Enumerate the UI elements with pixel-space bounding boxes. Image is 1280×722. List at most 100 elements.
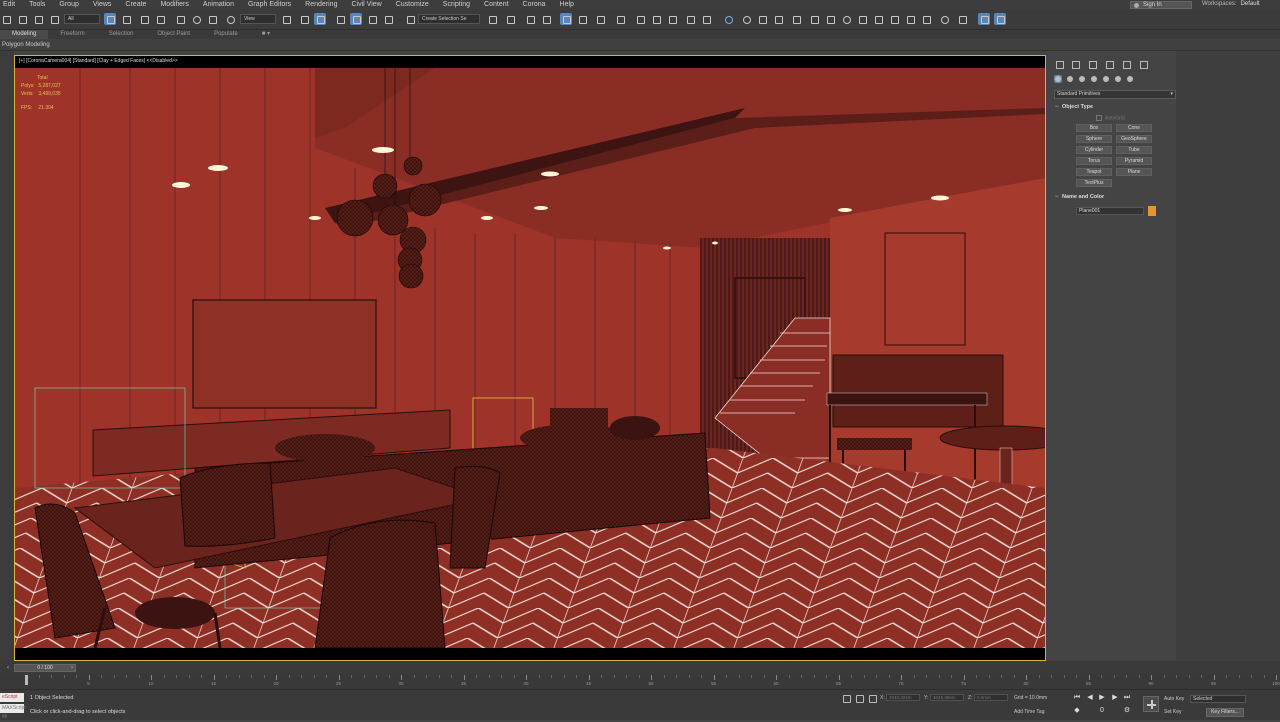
align-icon[interactable] <box>504 13 516 25</box>
corona-interactive-icon[interactable] <box>722 13 734 25</box>
sign-in-dropdown[interactable]: Sign In <box>1130 1 1192 9</box>
x-coordinate-field[interactable]: 3040.324m <box>886 694 920 701</box>
track-bar[interactable]: 0510152025303540455055606570758085909510… <box>0 675 1280 689</box>
shapes-icon[interactable] <box>1066 75 1074 83</box>
menu-help[interactable]: Help <box>553 0 581 10</box>
isolate-selection-icon[interactable] <box>842 694 851 703</box>
menu-tools[interactable]: Tools <box>22 0 52 10</box>
selection-set-dropdown[interactable]: Create Selection Se <box>418 14 480 24</box>
render-activeshade-icon[interactable] <box>700 13 712 25</box>
tab-selection[interactable]: Selection <box>97 30 146 39</box>
hierarchy-tab-icon[interactable] <box>1087 59 1097 69</box>
previous-frame-icon[interactable]: ◀ <box>1085 693 1095 702</box>
menu-modifiers[interactable]: Modifiers <box>153 0 195 10</box>
render-iterative-icon[interactable] <box>684 13 696 25</box>
object-name-field[interactable]: Plane001 <box>1076 207 1144 215</box>
unlink-icon[interactable] <box>32 13 44 25</box>
set-key-button[interactable]: Set Key <box>1164 709 1182 715</box>
z-coordinate-field[interactable]: 0.0mm <box>974 694 1008 701</box>
bind-space-warp-icon[interactable] <box>48 13 60 25</box>
edit-named-selection-icon[interactable] <box>404 13 416 25</box>
sphere-button[interactable]: Sphere <box>1076 135 1112 143</box>
keyboard-shortcut-toggle-icon[interactable] <box>314 13 326 25</box>
geosphere-button[interactable]: GeoSphere <box>1116 135 1152 143</box>
corona-chaos-scatter-icon[interactable] <box>938 13 950 25</box>
viewport-label-menu[interactable]: [+] [CoronaCamera004] [Standard] [Clay +… <box>19 58 178 64</box>
ribbon-options-icon[interactable]: ■ ▾ <box>250 30 282 39</box>
primitive-category-dropdown[interactable]: Standard Primitives <box>1054 90 1176 99</box>
maxscript-listener[interactable]: eScript <box>0 693 24 702</box>
menu-rendering[interactable]: Rendering <box>298 0 344 10</box>
rotate-icon[interactable] <box>190 13 202 25</box>
cone-button[interactable]: Cone <box>1116 124 1152 132</box>
modify-tab-icon[interactable] <box>1070 59 1080 69</box>
corona-proxy-icon[interactable] <box>772 13 784 25</box>
render-setup-icon[interactable] <box>634 13 646 25</box>
render-production-icon[interactable] <box>666 13 678 25</box>
menu-customize[interactable]: Customize <box>389 0 436 10</box>
go-to-end-icon[interactable]: ⏭ <box>1122 693 1132 702</box>
go-to-start-icon[interactable]: ⏮ <box>1072 693 1082 702</box>
cylinder-button[interactable]: Cylinder <box>1076 146 1112 154</box>
spinner-snap-icon[interactable] <box>382 13 394 25</box>
curve-editor-icon[interactable] <box>576 13 588 25</box>
corona-decal-icon[interactable] <box>824 13 836 25</box>
select-manipulate-icon[interactable] <box>298 13 310 25</box>
camera-viewport[interactable]: [+] [CoronaCamera004] [Standard] [Clay +… <box>14 55 1046 661</box>
toggle-layer-explorer-icon[interactable] <box>540 13 552 25</box>
box-button[interactable]: Box <box>1076 124 1112 132</box>
object-type-rollout-header[interactable]: Object Type <box>1054 103 1176 112</box>
auto-key-button[interactable]: Auto Key <box>1164 696 1184 702</box>
tube-button[interactable]: Tube <box>1116 146 1152 154</box>
plane-button[interactable]: Plane <box>1116 168 1152 176</box>
time-configuration-icon[interactable]: ⚙ <box>1122 706 1132 715</box>
window-crossing-icon[interactable] <box>154 13 166 25</box>
link-icon[interactable] <box>16 13 28 25</box>
autogrid-checkbox[interactable]: AutoGrid <box>1096 115 1125 121</box>
angle-snap-icon[interactable] <box>350 13 362 25</box>
utilities-tab-icon[interactable] <box>1138 59 1148 69</box>
move-icon[interactable] <box>174 13 186 25</box>
display-tab-icon[interactable] <box>1121 59 1131 69</box>
corona-slicer-icon[interactable] <box>904 13 916 25</box>
reference-coordinate-dropdown[interactable]: View <box>240 14 276 24</box>
toggle-ribbon-icon[interactable] <box>560 13 572 25</box>
pivot-center-icon[interactable] <box>280 13 292 25</box>
corona-camera-icon[interactable] <box>756 13 768 25</box>
menu-scripting[interactable]: Scripting <box>436 0 477 10</box>
menu-civil-view[interactable]: Civil View <box>344 0 388 10</box>
rectangular-selection-icon[interactable] <box>138 13 150 25</box>
current-frame-field[interactable]: 0 <box>1097 706 1107 715</box>
key-mode-dropdown[interactable]: Selected <box>1190 695 1246 703</box>
viewport-layout-2-icon[interactable] <box>994 13 1006 25</box>
material-editor-icon[interactable] <box>614 13 626 25</box>
create-tab-icon[interactable] <box>1054 59 1064 69</box>
menu-create[interactable]: Create <box>118 0 153 10</box>
name-and-color-rollout-header[interactable]: Name and Color <box>1054 193 1176 202</box>
lights-icon[interactable] <box>1078 75 1086 83</box>
corona-sky-icon[interactable] <box>856 13 868 25</box>
place-icon[interactable] <box>224 13 236 25</box>
ribbon-panel-polygon-modeling[interactable]: Polygon Modeling <box>0 39 1280 51</box>
menu-graph-editors[interactable]: Graph Editors <box>241 0 298 10</box>
systems-icon[interactable] <box>1126 75 1134 83</box>
tab-object-paint[interactable]: Object Paint <box>145 30 202 39</box>
playhead[interactable] <box>25 675 28 685</box>
corona-light-icon[interactable] <box>740 13 752 25</box>
menu-edit[interactable]: Edit <box>0 0 22 10</box>
play-icon[interactable]: ▶ <box>1097 693 1107 702</box>
torus-button[interactable]: Torus <box>1076 157 1112 165</box>
workspaces-selector[interactable]: Workspaces: Default <box>1202 1 1260 7</box>
time-slider[interactable]: 0 / 100 <box>14 664 76 672</box>
absolute-mode-icon[interactable] <box>868 694 877 703</box>
mirror-icon[interactable] <box>486 13 498 25</box>
select-by-name-icon[interactable] <box>120 13 132 25</box>
schematic-view-icon[interactable] <box>594 13 606 25</box>
helpers-icon[interactable] <box>1102 75 1110 83</box>
pyramid-button[interactable]: Pyramid <box>1116 157 1152 165</box>
textplus-button[interactable]: TextPlus <box>1076 179 1112 187</box>
corona-sun-icon[interactable] <box>840 13 852 25</box>
next-frame-icon[interactable]: ▶ <box>1110 693 1120 702</box>
undo-icon[interactable] <box>0 13 12 25</box>
snaps-toggle-icon[interactable] <box>334 13 346 25</box>
